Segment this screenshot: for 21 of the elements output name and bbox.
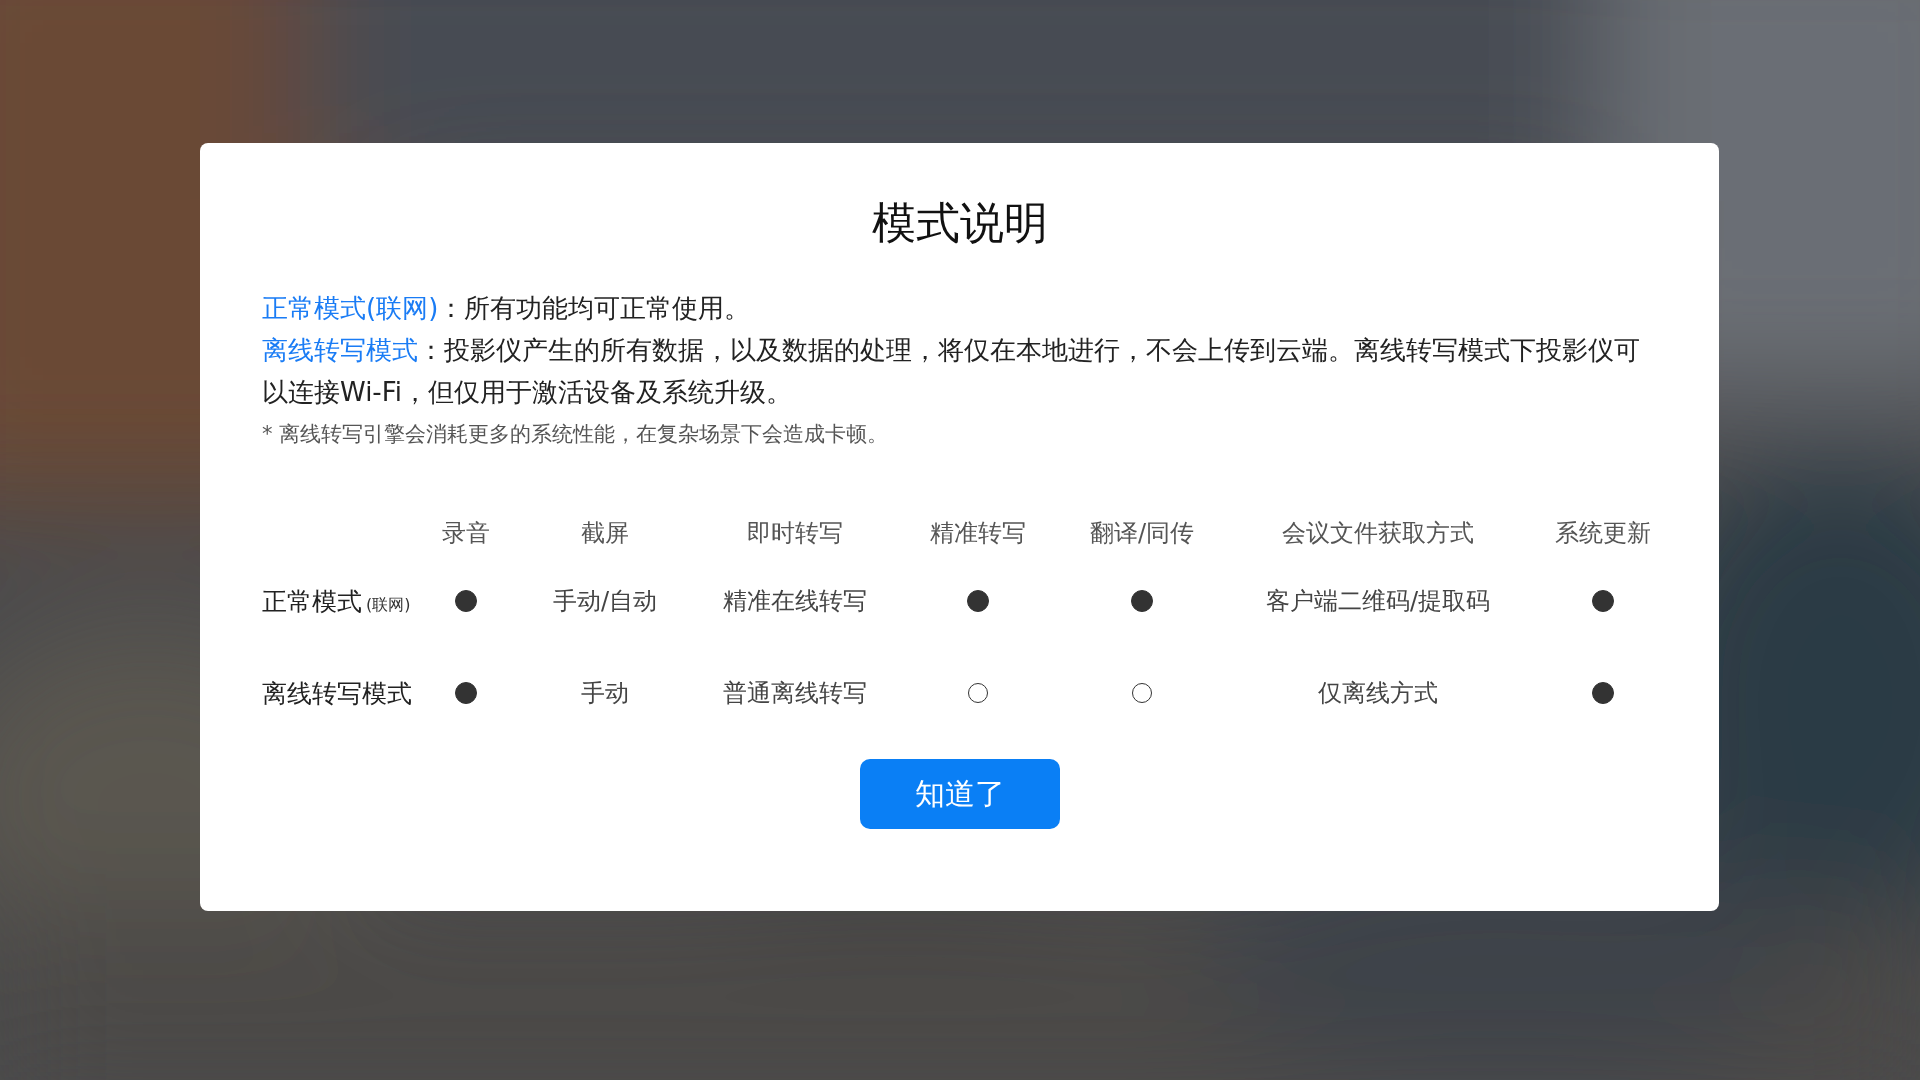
table-cell-text: 手动 xyxy=(581,678,629,709)
table-cell-text: 客户端二维码/提取码 xyxy=(1265,586,1491,617)
row-label-note: (联网) xyxy=(366,594,411,616)
table-cell-text: 精准在线转写 xyxy=(723,586,867,617)
column-header: 系统更新 xyxy=(1553,518,1652,549)
column-header: 翻译/同传 xyxy=(1088,518,1196,549)
column-header: 精准转写 xyxy=(929,518,1027,549)
mode-description: 正常模式(联网)：所有功能均可正常使用。 xyxy=(262,292,752,325)
confirm-button[interactable]: 知道了 xyxy=(859,759,1060,829)
column-header: 即时转写 xyxy=(746,518,844,549)
table-cell-text: 仅离线方式 xyxy=(1318,678,1438,709)
dialog-title: 模式说明 xyxy=(870,196,1049,250)
row-label: 正常模式 xyxy=(262,585,362,618)
column-header: 截屏 xyxy=(580,518,630,549)
table-cell-text: 普通离线转写 xyxy=(723,678,867,709)
column-header: 会议文件获取方式 xyxy=(1281,518,1475,549)
row-label: 离线转写模式 xyxy=(262,677,412,710)
mode-description: 离线转写模式：投影仪产生的所有数据，以及数据的处理，将仅在本地进行，不会上传到云端。离线转写模式下投影仪可以连接Wi-Fi，但仅用于激活设备及系统升级。 xyxy=(262,334,1641,409)
column-header: 录音 xyxy=(441,518,491,549)
table-cell-text: 手动/自动 xyxy=(552,586,658,617)
footnote: * 离线转写引擎会消耗更多的系统性能，在复杂场景下会造成卡顿。 xyxy=(262,421,890,448)
